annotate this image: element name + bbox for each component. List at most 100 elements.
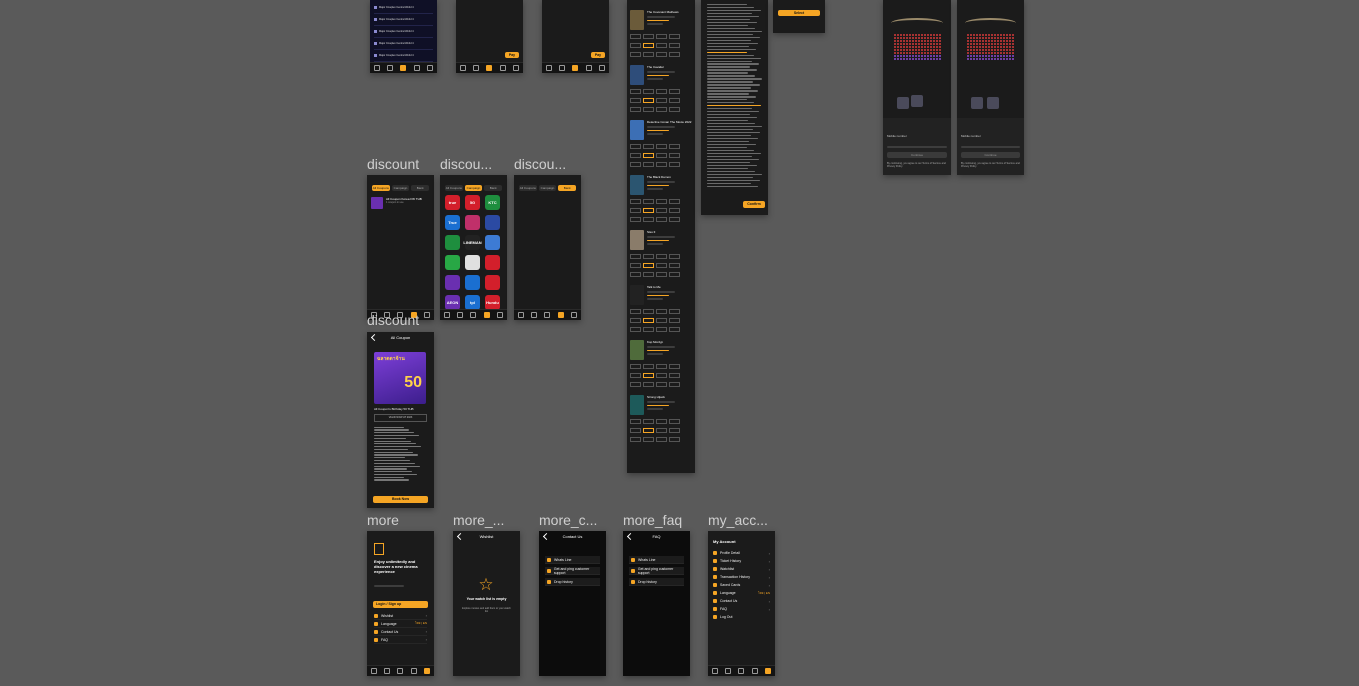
seat[interactable] [1012, 40, 1014, 42]
seat[interactable] [976, 34, 978, 36]
partner-logo[interactable]: Hundu [485, 295, 500, 310]
seat[interactable] [932, 52, 935, 54]
seat[interactable] [982, 34, 984, 36]
seat[interactable] [1000, 40, 1002, 42]
showtime-chip[interactable] [630, 419, 641, 424]
seat[interactable] [994, 58, 996, 60]
seat[interactable] [973, 34, 975, 36]
seat[interactable] [982, 52, 984, 54]
ticket-icon[interactable] [544, 312, 551, 318]
home-icon[interactable] [545, 65, 552, 71]
seat[interactable] [1003, 46, 1005, 48]
seat[interactable] [991, 43, 993, 45]
seat[interactable] [973, 46, 975, 48]
partner-logo[interactable] [485, 255, 500, 270]
seat[interactable] [911, 49, 914, 51]
seat[interactable] [929, 55, 932, 57]
showtime-chip[interactable] [669, 34, 680, 39]
seat[interactable] [896, 58, 899, 60]
ticket-icon[interactable] [486, 65, 493, 71]
seat[interactable] [902, 58, 905, 60]
showtime-chip[interactable] [630, 327, 641, 332]
select-button[interactable]: Select [778, 10, 820, 16]
seat[interactable] [896, 43, 899, 45]
showtime-chip[interactable] [630, 272, 641, 277]
seat[interactable] [908, 34, 911, 36]
seat[interactable] [979, 34, 981, 36]
seat[interactable] [926, 43, 929, 45]
discount-icon[interactable] [585, 65, 592, 71]
seat[interactable] [997, 40, 999, 42]
more-icon[interactable] [599, 65, 606, 71]
seat[interactable] [938, 46, 941, 48]
seat[interactable] [911, 58, 914, 60]
showtime-chip[interactable] [656, 153, 667, 158]
seat[interactable] [1003, 40, 1005, 42]
seat[interactable] [896, 34, 899, 36]
seat[interactable] [899, 55, 902, 57]
seat-block[interactable] [961, 33, 1020, 61]
seat[interactable] [908, 43, 911, 45]
showtime-chip[interactable] [643, 419, 654, 424]
account-item[interactable]: Language ไทย | EN [713, 589, 770, 597]
more-icon[interactable] [513, 65, 520, 71]
showtime-chip[interactable] [656, 309, 667, 314]
seat[interactable] [970, 46, 972, 48]
more-icon[interactable] [765, 668, 772, 674]
showtime-chip[interactable] [643, 364, 654, 369]
seat[interactable] [935, 34, 938, 36]
seat[interactable] [1000, 52, 1002, 54]
seat[interactable] [932, 55, 935, 57]
seat[interactable] [917, 58, 920, 60]
partner-logo[interactable]: tpl [465, 295, 480, 310]
tab-bank[interactable]: Bank [484, 185, 503, 191]
seat[interactable] [929, 34, 932, 36]
seat[interactable] [997, 52, 999, 54]
faq-item-line[interactable]: Whats Line [629, 556, 684, 564]
seat[interactable] [982, 49, 984, 51]
seat[interactable] [929, 52, 932, 54]
seat[interactable] [911, 46, 914, 48]
seat[interactable] [911, 40, 914, 42]
showtime-chip[interactable] [643, 208, 654, 213]
list-item[interactable]: Major Cineplex Central World 4 [374, 26, 433, 38]
showtime-chip[interactable] [630, 153, 641, 158]
home-icon[interactable] [711, 668, 718, 674]
seat[interactable] [914, 40, 917, 42]
seat[interactable] [923, 52, 926, 54]
showtime-chip[interactable] [656, 254, 667, 259]
seat[interactable] [1009, 46, 1011, 48]
seat[interactable] [994, 55, 996, 57]
account-item[interactable]: Profile Detail › [713, 549, 770, 557]
seat[interactable] [967, 37, 969, 39]
account-item[interactable]: Log Out [713, 613, 770, 621]
tab-all-coupons[interactable]: All Coupons [372, 185, 390, 191]
seat[interactable] [932, 40, 935, 42]
showtime-chip[interactable] [656, 217, 667, 222]
seat[interactable] [988, 49, 990, 51]
account-item[interactable]: Transaction History › [713, 573, 770, 581]
seat[interactable] [1003, 55, 1005, 57]
showtime-chip[interactable] [643, 217, 654, 222]
showtime-chip[interactable] [643, 428, 654, 433]
coupon-item[interactable]: All Coupon Korea FW THB 1 coupon in use [371, 197, 430, 209]
showtime-chip[interactable] [669, 419, 680, 424]
showtime-chip[interactable] [669, 153, 680, 158]
showtime-chip[interactable] [656, 199, 667, 204]
movie-item[interactable]: The Cavalier [630, 65, 692, 85]
seat[interactable] [902, 40, 905, 42]
seat[interactable] [932, 58, 935, 60]
showtime-chip[interactable] [643, 52, 654, 57]
seat[interactable] [967, 49, 969, 51]
seat[interactable] [982, 37, 984, 39]
cinema-icon[interactable] [384, 668, 391, 674]
seat[interactable] [899, 49, 902, 51]
seat[interactable] [970, 58, 972, 60]
showtime-chip[interactable] [643, 98, 654, 103]
showtime-chip[interactable] [669, 43, 680, 48]
showtime-chip[interactable] [656, 89, 667, 94]
seat[interactable] [908, 37, 911, 39]
seat[interactable] [935, 46, 938, 48]
partner-logo[interactable]: AEON [445, 295, 460, 310]
tab-campaign[interactable]: Campaign [538, 185, 557, 191]
